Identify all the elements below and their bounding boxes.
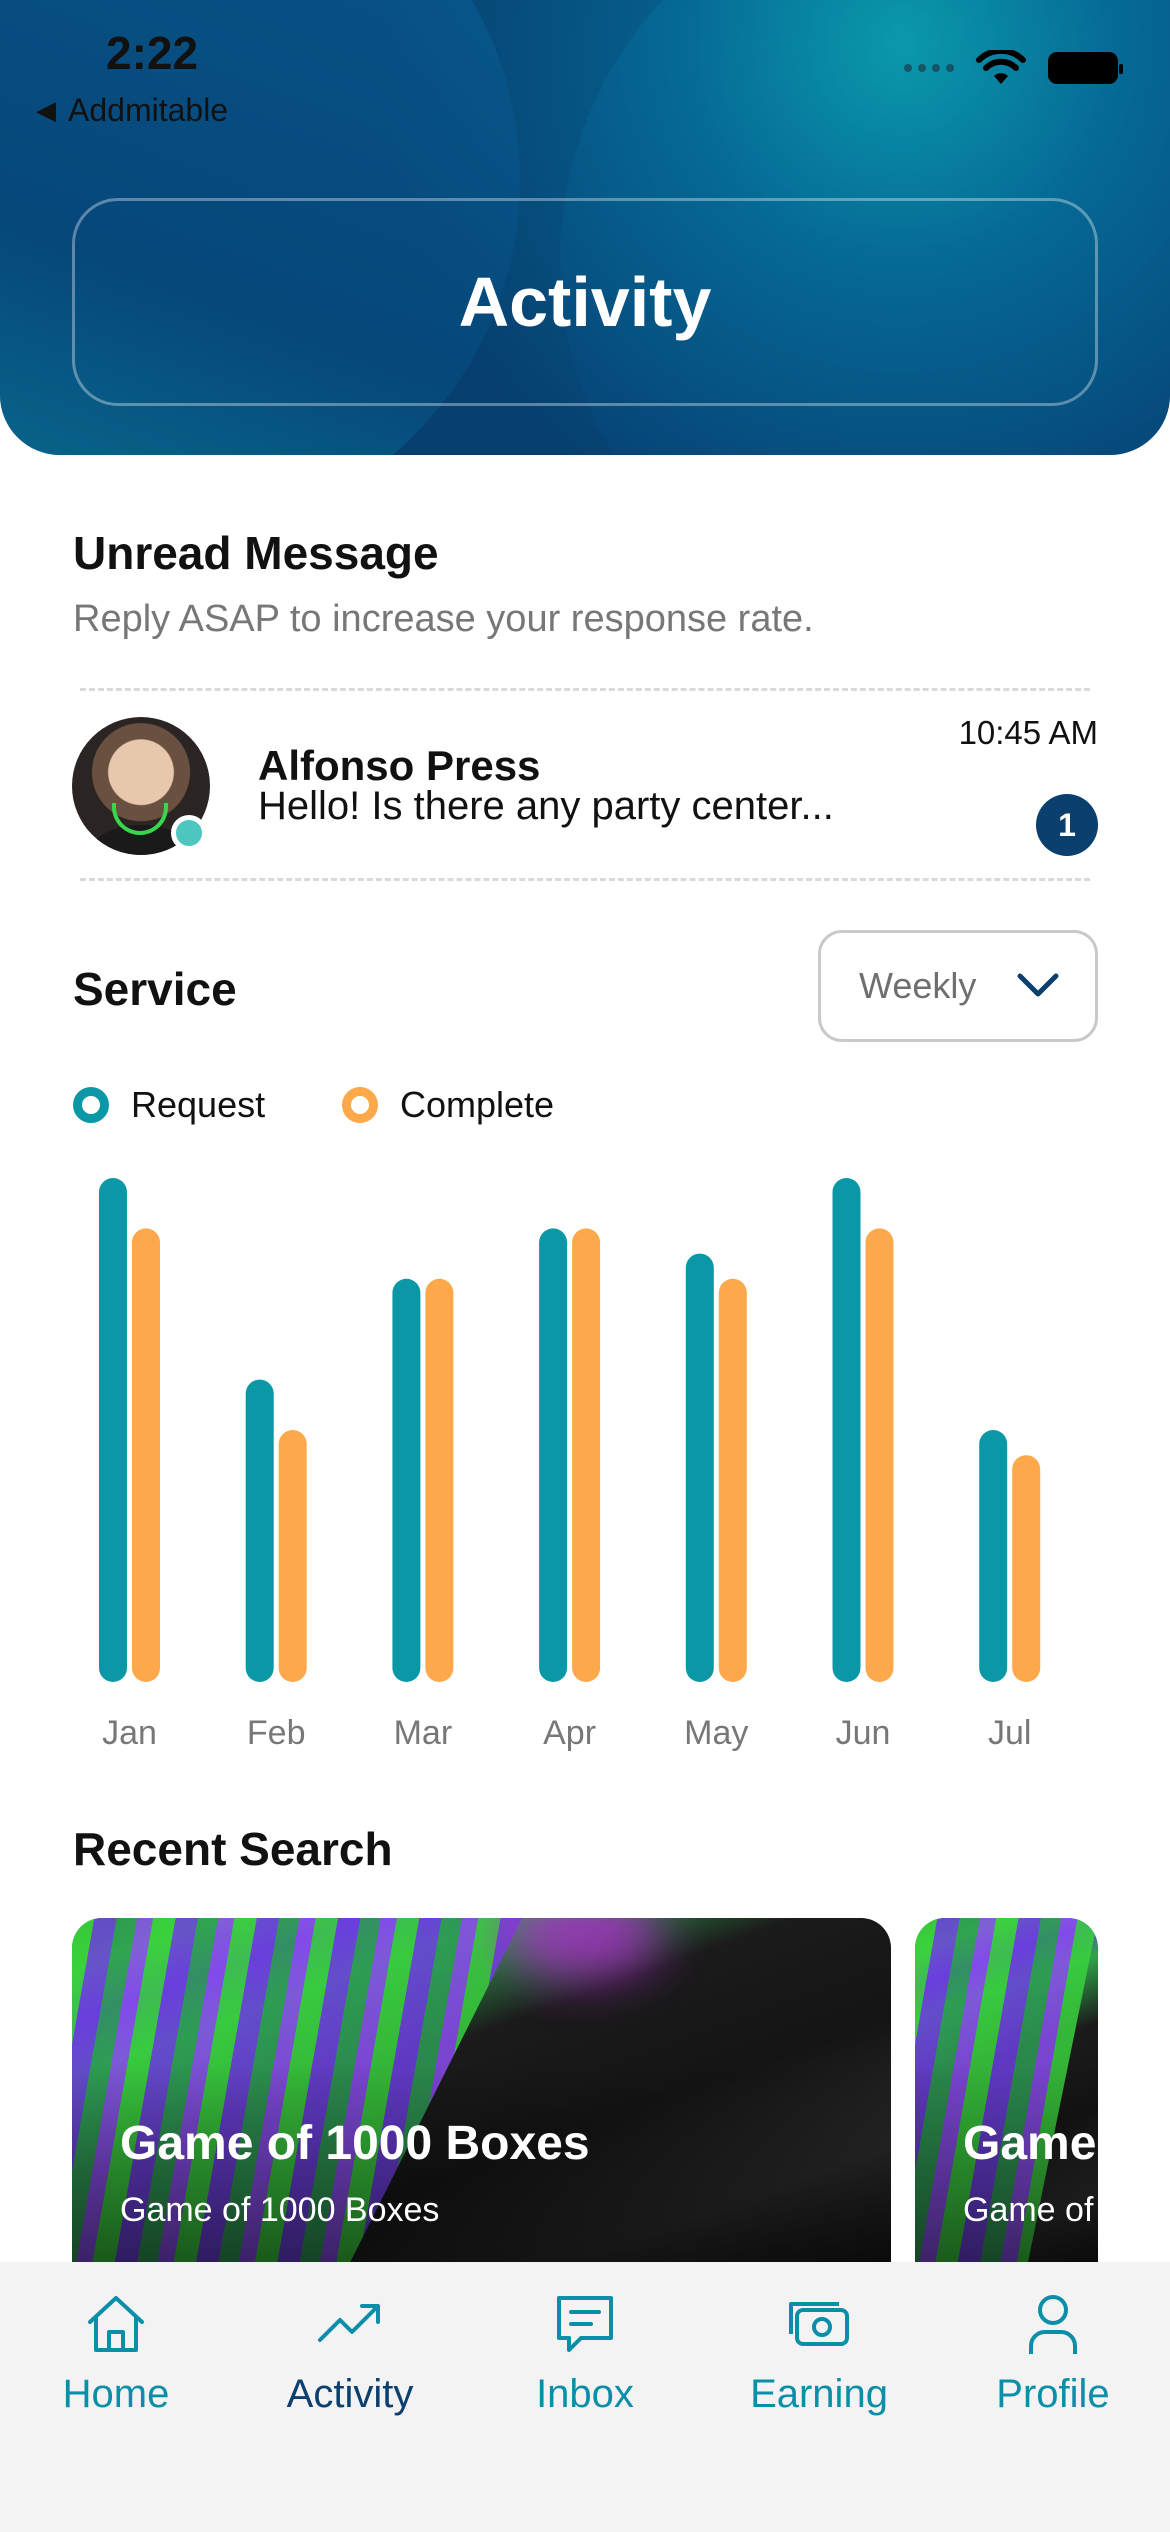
bar-request-feb xyxy=(245,1379,274,1682)
legend-complete-label: Complete xyxy=(400,1084,555,1125)
legend-request: Request xyxy=(73,1084,265,1126)
unread-section-title: Unread Message xyxy=(73,527,439,579)
x-tick-label: Jul xyxy=(988,1714,1031,1752)
tab-label: Home xyxy=(62,2372,170,2416)
card-title: Game of 1000 Boxes xyxy=(120,2117,590,2170)
recent-search-title: Recent Search xyxy=(73,1823,393,1875)
bar-complete-jul xyxy=(1012,1455,1041,1682)
cellular-signal-icon xyxy=(904,64,954,72)
cash-icon xyxy=(789,2302,849,2346)
page-title-box: Activity xyxy=(72,198,1098,406)
card-subtitle: Game of 1000 Boxes xyxy=(963,2191,1098,2229)
x-tick-label: Apr xyxy=(543,1714,596,1752)
back-to-app-link[interactable]: ◀ Addmitable xyxy=(36,92,228,129)
back-arrow-icon: ◀ xyxy=(36,95,56,125)
page-title: Activity xyxy=(458,263,712,341)
trending-up-icon xyxy=(318,2304,380,2342)
legend-request-label: Request xyxy=(131,1084,266,1125)
bar-request-jan xyxy=(99,1178,127,1682)
complete-legend-marker xyxy=(342,1087,378,1123)
x-tick-label: Jan xyxy=(102,1714,157,1752)
user-icon xyxy=(1029,2295,1077,2354)
tab-profile[interactable]: Profile xyxy=(943,2290,1163,2417)
status-icons xyxy=(904,50,1123,86)
unread-count-badge: 1 xyxy=(1036,794,1098,856)
divider xyxy=(80,688,1090,691)
status-time: 2:22 xyxy=(106,27,199,79)
bar-complete-jan xyxy=(132,1228,160,1682)
legend-complete: Complete xyxy=(342,1084,554,1126)
bar-request-mar xyxy=(392,1278,421,1682)
request-legend-marker xyxy=(73,1087,109,1123)
tab-activity[interactable]: Activity xyxy=(240,2290,460,2417)
bar-request-may xyxy=(685,1253,714,1682)
chevron-down-icon xyxy=(1017,973,1059,997)
bar-request-apr xyxy=(539,1228,568,1682)
divider xyxy=(80,878,1090,881)
home-icon xyxy=(88,2296,144,2352)
tab-home[interactable]: Home xyxy=(6,2290,226,2417)
battery-icon xyxy=(1048,52,1123,84)
tab-inbox[interactable]: Inbox xyxy=(475,2290,695,2417)
recent-search-card[interactable]: Game of 1000 Boxes Game of 1000 Boxes xyxy=(72,1918,891,2278)
recent-search-card[interactable]: Game of 1000 Boxes Game of 1000 Boxes xyxy=(915,1918,1098,2278)
x-tick-label: Mar xyxy=(394,1714,453,1752)
tab-label: Profile xyxy=(996,2372,1110,2416)
tab-label: Activity xyxy=(286,2372,414,2416)
service-bar-chart: Jan Feb Mar Apr May Jun Jul xyxy=(99,1178,1041,1752)
bar-complete-may xyxy=(718,1278,747,1682)
bar-complete-feb xyxy=(278,1430,307,1682)
bar-request-jul xyxy=(979,1430,1008,1682)
x-tick-label: Feb xyxy=(247,1714,306,1752)
online-status-dot xyxy=(171,815,207,851)
x-tick-label: Jun xyxy=(836,1714,891,1752)
bar-complete-apr xyxy=(572,1228,601,1682)
message-preview: Hello! Is there any party center... xyxy=(258,784,834,828)
x-tick-label: May xyxy=(684,1714,748,1752)
message-sender-name: Alfonso Press xyxy=(258,742,541,789)
period-dropdown[interactable]: Weekly xyxy=(818,930,1098,1042)
tab-label: Inbox xyxy=(536,2372,634,2416)
message-time: 10:45 AM xyxy=(958,714,1098,751)
card-title: Game of 1000 Boxes xyxy=(963,2117,1098,2170)
unread-section-subtitle: Reply ASAP to increase your response rat… xyxy=(73,598,814,640)
tab-label: Earning xyxy=(750,2372,888,2416)
back-app-label: Addmitable xyxy=(68,92,229,128)
card-subtitle: Game of 1000 Boxes xyxy=(120,2191,440,2229)
service-section-title: Service xyxy=(73,963,237,1015)
bar-request-jun xyxy=(832,1178,861,1682)
wifi-icon xyxy=(976,50,1026,84)
bar-complete-mar xyxy=(425,1278,454,1682)
period-dropdown-value: Weekly xyxy=(859,965,977,1006)
message-icon xyxy=(557,2296,613,2352)
tab-earning[interactable]: Earning xyxy=(709,2290,929,2417)
bar-complete-jun xyxy=(865,1228,894,1682)
